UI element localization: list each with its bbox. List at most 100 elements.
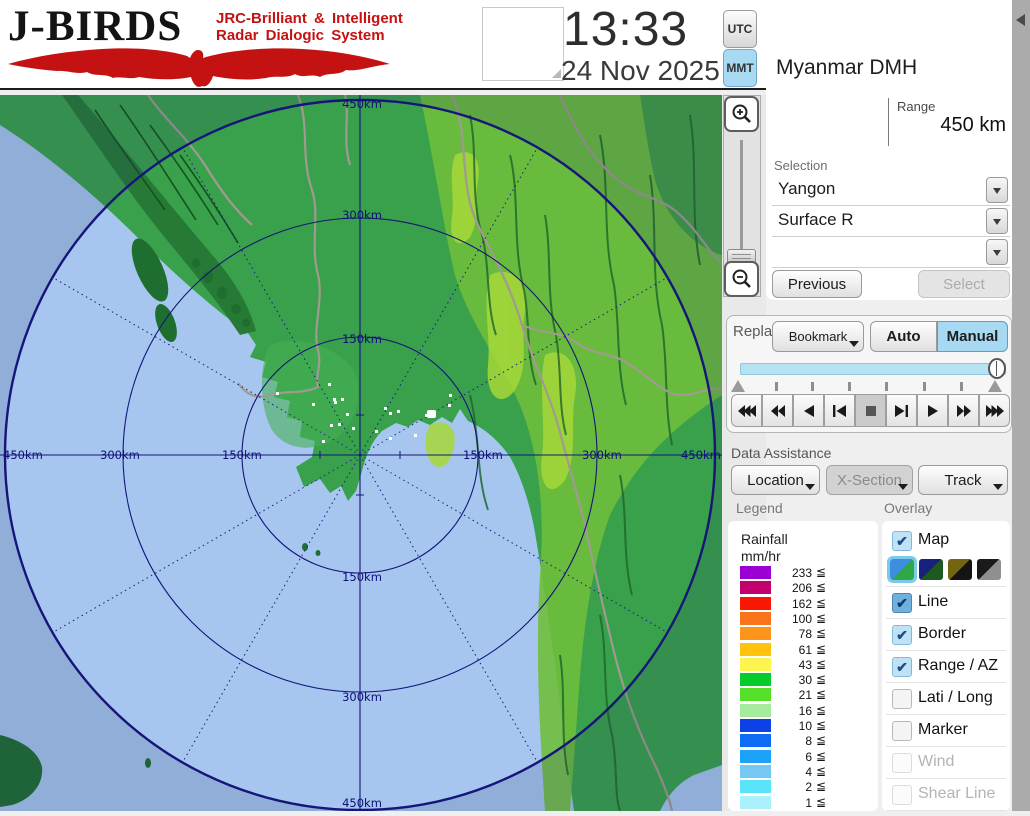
map-style-swatch-3[interactable]: [948, 559, 972, 580]
site-dropdown-arrow-icon[interactable]: [986, 177, 1008, 203]
overlay-separator: [886, 650, 1006, 651]
play-reverse-icon: [804, 405, 814, 417]
slider-start-marker-icon[interactable]: [731, 380, 745, 392]
lati-long-checkbox[interactable]: [892, 689, 912, 709]
fast-forward-2x-button[interactable]: [948, 394, 979, 427]
legend-lte-icon: ≦: [816, 580, 826, 594]
replay-slider-thumb[interactable]: [988, 358, 1006, 379]
legend-row: 61≦: [728, 643, 878, 657]
clock-date: 24 Nov 2025: [561, 55, 720, 87]
site-select[interactable]: Yangon: [772, 176, 1010, 206]
fast-forward-3x-icon: [986, 405, 1004, 417]
collapse-arrow-icon[interactable]: [1016, 14, 1025, 26]
overlay-row-line[interactable]: Line: [882, 589, 1010, 618]
play-reverse-button[interactable]: [793, 394, 824, 427]
overlay-row-border[interactable]: Border: [882, 621, 1010, 650]
fast-forward-3x-button[interactable]: [979, 394, 1010, 427]
zoom-in-button[interactable]: [724, 96, 759, 132]
overlay-row-map[interactable]: Map: [882, 527, 1010, 556]
overlay-row-marker[interactable]: Marker: [882, 717, 1010, 746]
legend-value: 21: [774, 688, 812, 702]
map-style-swatch-2[interactable]: [919, 559, 943, 580]
radar-echo: [414, 434, 417, 437]
legend-row: 78≦: [728, 627, 878, 641]
step-forward-button[interactable]: [886, 394, 917, 427]
zoom-out-button[interactable]: [724, 261, 759, 297]
overlay-row-lati-long[interactable]: Lati / Long: [882, 685, 1010, 714]
timezone-mmt-button[interactable]: MMT: [723, 49, 757, 87]
previous-button[interactable]: Previous: [772, 270, 862, 298]
radar-echo: [352, 427, 355, 430]
product-dropdown-arrow-icon[interactable]: [986, 208, 1008, 234]
legend-value: 8: [774, 734, 812, 748]
product-select-value: Surface R: [778, 210, 854, 230]
legend-swatch: [740, 796, 771, 809]
overlay-separator: [886, 586, 1006, 587]
wind-checkbox[interactable]: [892, 753, 912, 773]
extra-select[interactable]: [772, 238, 1010, 268]
radar-echo: [338, 423, 341, 426]
legend-lte-icon: ≦: [816, 657, 826, 671]
timezone-utc-button[interactable]: UTC: [723, 10, 757, 48]
extra-dropdown-arrow-icon[interactable]: [986, 239, 1008, 265]
map-checkbox[interactable]: [892, 531, 912, 551]
clock-time: 13:33: [563, 2, 715, 57]
slider-tick: [885, 382, 888, 391]
line-checkbox[interactable]: [892, 593, 912, 613]
step-back-button[interactable]: [824, 394, 855, 427]
radar-map[interactable]: 450km 300km 150km 150km 300km 450km 450k…: [0, 95, 722, 811]
radar-echo: [397, 410, 400, 413]
step-back-icon: [833, 405, 846, 417]
shear-line-checkbox-label: Shear Line: [918, 785, 995, 803]
preview-thumbnail[interactable]: [482, 7, 564, 81]
legend-value: 2: [774, 780, 812, 794]
product-select[interactable]: Surface R: [772, 207, 1010, 237]
border-checkbox[interactable]: [892, 625, 912, 645]
overlay-separator: [886, 746, 1006, 747]
bookmark-button-label: Bookmark: [789, 329, 848, 344]
auto-mode-button[interactable]: Auto: [870, 321, 937, 352]
marker-checkbox[interactable]: [892, 721, 912, 741]
legend-lte-icon: ≦: [816, 779, 826, 793]
select-button[interactable]: Select: [918, 270, 1010, 298]
legend-swatch: [740, 704, 771, 717]
manual-mode-button[interactable]: Manual: [937, 321, 1008, 352]
zoom-slider-track[interactable]: [740, 140, 743, 250]
resize-grip-icon[interactable]: [552, 69, 561, 78]
map-style-swatch-4[interactable]: [977, 559, 1001, 580]
radar-echo: [276, 392, 279, 395]
replay-slider-track[interactable]: [740, 363, 1006, 375]
stop-button[interactable]: [855, 394, 886, 427]
legend-row: 6≦: [728, 750, 878, 764]
legend-swatch: [740, 566, 771, 579]
legend-swatch: [740, 658, 771, 671]
range-az-checkbox[interactable]: [892, 657, 912, 677]
legend-value: 6: [774, 750, 812, 764]
legend-lte-icon: ≦: [816, 626, 826, 640]
x-section-button-label: X-Section: [837, 472, 902, 489]
overlay-separator: [886, 778, 1006, 779]
overlay-row-range-az[interactable]: Range / AZ: [882, 653, 1010, 682]
play-button[interactable]: [917, 394, 948, 427]
shear-line-checkbox[interactable]: [892, 785, 912, 805]
map-checkbox-label: Map: [918, 531, 949, 549]
x-section-button[interactable]: X-Section: [826, 465, 913, 495]
bookmark-button[interactable]: Bookmark: [772, 321, 864, 352]
location-button[interactable]: Location: [731, 465, 820, 495]
fast-rewind-2x-button[interactable]: [762, 394, 793, 427]
legend-lte-icon: ≦: [816, 596, 826, 610]
slider-tick: [811, 382, 814, 391]
track-button[interactable]: Track: [918, 465, 1008, 495]
slider-end-marker-icon[interactable]: [988, 380, 1002, 392]
legend-lte-icon: ≦: [816, 718, 826, 732]
map-style-swatch-1[interactable]: [890, 559, 914, 580]
legend-swatch: [740, 734, 771, 747]
legend-row: 100≦: [728, 612, 878, 626]
panel-collapse-strip[interactable]: [1012, 0, 1030, 811]
legend-value: 206: [774, 581, 812, 595]
fast-rewind-3x-button[interactable]: [731, 394, 762, 427]
radar-echo: [341, 398, 344, 401]
radar-echo: [389, 437, 392, 440]
radar-echo: [384, 407, 387, 410]
overlay-separator: [886, 714, 1006, 715]
